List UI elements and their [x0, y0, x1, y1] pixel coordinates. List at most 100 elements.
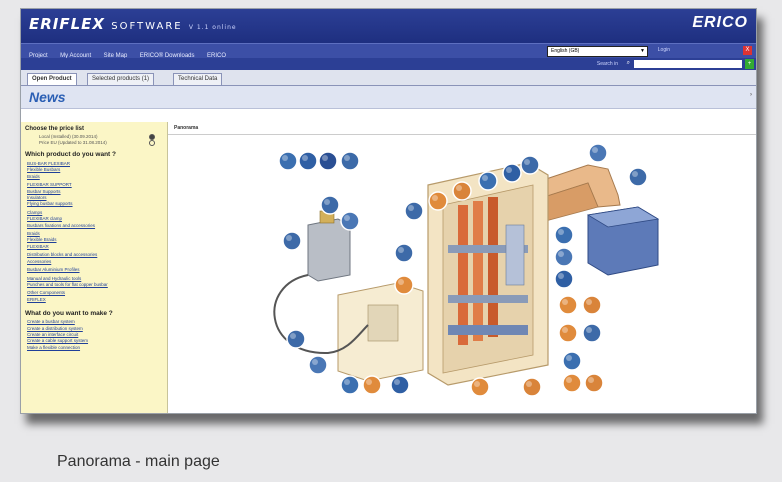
product-link[interactable]: ERIFLEX: [27, 297, 167, 302]
icon-highlight: [506, 167, 512, 173]
product-category-icon[interactable]: [558, 323, 578, 343]
product-category-icon[interactable]: [502, 163, 522, 183]
product-link[interactable]: Flexible Braids: [27, 237, 167, 242]
product-category-icon[interactable]: [470, 377, 490, 397]
panorama-illustration: [273, 143, 660, 397]
product-link[interactable]: Distribution blocks and accessories: [27, 252, 167, 257]
product-category-icon[interactable]: [588, 143, 608, 163]
make-heading: What do you want to make ?: [25, 310, 113, 318]
product-category-icon[interactable]: [390, 375, 410, 395]
product-category-icon[interactable]: [404, 201, 424, 221]
product-category-icon[interactable]: [554, 225, 574, 245]
search-go-button[interactable]: +: [745, 59, 754, 69]
icon-highlight: [592, 147, 598, 153]
product-link[interactable]: Busbar Supports: [27, 189, 167, 194]
product-link[interactable]: Flexible Busbars: [27, 167, 167, 172]
product-link[interactable]: Braids: [27, 174, 167, 179]
product-link[interactable]: Clamps: [27, 210, 167, 215]
make-link[interactable]: Create a cable support system: [27, 338, 167, 343]
search-input[interactable]: [634, 60, 742, 68]
product-category-icon[interactable]: [340, 151, 360, 171]
product-link-group: Manual and Hydraulic tools Punches and to…: [21, 276, 167, 288]
product-category-icon[interactable]: [554, 247, 574, 267]
icon-highlight: [312, 359, 318, 365]
product-category-icon[interactable]: [628, 167, 648, 187]
tab-open-product[interactable]: Open Product: [27, 73, 77, 85]
brand-name: ERIFLEX: [29, 15, 105, 33]
product-category-icon[interactable]: [562, 351, 582, 371]
product-category-icon[interactable]: [298, 151, 318, 171]
product-category-icon[interactable]: [478, 171, 498, 191]
product-category-icon[interactable]: [286, 329, 306, 349]
radio-icon[interactable]: [149, 140, 155, 146]
product-category-icon[interactable]: [428, 191, 448, 211]
product-link[interactable]: Insulators: [27, 195, 167, 200]
make-link[interactable]: Make a flexible connection: [27, 345, 167, 350]
product-category-icon[interactable]: [584, 373, 604, 393]
product-category-icon[interactable]: [340, 211, 360, 231]
busbar-support: [448, 325, 528, 335]
product-link[interactable]: Manual and Hydraulic tools: [27, 276, 167, 281]
product-category-icon[interactable]: [558, 295, 578, 315]
icon-highlight: [432, 195, 438, 201]
product-link-group: BUS-BAR FLEXIBAR Flexible Busbars Braids: [21, 161, 167, 179]
price-option-label: Price EU (Updated to 31.08.2014): [39, 140, 107, 145]
make-link-list: Create a busbar system Create a distribut…: [21, 319, 167, 350]
icon-highlight: [632, 171, 638, 177]
icon-highlight: [558, 273, 564, 279]
icon-highlight: [586, 327, 592, 333]
product-link[interactable]: FLEXIBAR clamp: [27, 216, 167, 221]
login-link[interactable]: Login: [658, 47, 670, 53]
product-link[interactable]: Punches and tools for flat copper busbar: [27, 282, 167, 287]
make-link[interactable]: Create an interface circuit: [27, 332, 167, 337]
price-option-local[interactable]: Local (Installed) (30.09.2014): [39, 134, 167, 140]
product-category-icon[interactable]: [394, 275, 414, 295]
product-category-icon[interactable]: [308, 355, 328, 375]
product-category-icon[interactable]: [562, 373, 582, 393]
product-link[interactable]: FLEXIBAR: [27, 244, 167, 249]
price-option-eu[interactable]: Price EU (Updated to 31.08.2014): [39, 140, 167, 146]
make-link[interactable]: Create a distribution system: [27, 326, 167, 331]
product-category-icon[interactable]: [318, 151, 338, 171]
product-category-icon[interactable]: [522, 377, 542, 397]
search-label: Search in: [596, 61, 618, 67]
copper-busbar: [488, 197, 498, 337]
product-link[interactable]: Busbar Aluminium Profiles: [27, 267, 167, 272]
switchgear-unit: [367, 304, 399, 342]
product-category-icon[interactable]: [452, 181, 472, 201]
title-bar: ERIFLEX SOFTWARE V 1.1 online ERICO: [21, 9, 756, 43]
product-category-icon[interactable]: [582, 323, 602, 343]
product-link[interactable]: Other Components: [27, 290, 167, 295]
product-category-icon[interactable]: [582, 295, 602, 315]
icon-highlight: [408, 205, 414, 211]
version-label: V 1.1 online: [188, 24, 237, 31]
product-category-icon[interactable]: [282, 231, 302, 251]
product-link[interactable]: BUS-BAR FLEXIBAR: [27, 161, 167, 166]
product-link[interactable]: Busbars fixations and accessories: [27, 223, 167, 228]
product-link[interactable]: FLEXIBAR SUPPORT: [27, 182, 167, 187]
scroll-arrow-icon[interactable]: ›: [750, 92, 752, 98]
tab-selected-products[interactable]: Selected products (1): [87, 73, 155, 85]
language-select[interactable]: English (GB) ▼: [547, 46, 648, 57]
product-category-icon[interactable]: [278, 151, 298, 171]
product-link[interactable]: Braids: [27, 231, 167, 236]
close-button[interactable]: X: [743, 46, 752, 55]
product-category-icon[interactable]: [320, 195, 340, 215]
product-link-group: Clamps FLEXIBAR clamp Busbars fixations an…: [21, 210, 167, 228]
product-category-icon[interactable]: [362, 375, 382, 395]
product-category-icon[interactable]: [394, 243, 414, 263]
tab-bar: Open Product Selected products (1) Techn…: [21, 70, 756, 86]
brand-sub: SOFTWARE: [111, 21, 183, 32]
product-category-icon[interactable]: [520, 155, 540, 175]
search-icon[interactable]: ⌕: [627, 60, 630, 67]
icon-highlight: [366, 379, 372, 385]
product-link-group: Braids Flexible Braids FLEXIBAR: [21, 231, 167, 249]
product-link[interactable]: Flying busbar supports: [27, 201, 167, 206]
tab-technical-data[interactable]: Technical Data: [173, 73, 223, 85]
make-link[interactable]: Create a busbar system: [27, 319, 167, 324]
product-category-icon[interactable]: [554, 269, 574, 289]
icon-highlight: [302, 155, 308, 161]
icon-highlight: [526, 381, 532, 387]
product-link[interactable]: Accessories: [27, 259, 167, 264]
product-category-icon[interactable]: [340, 375, 360, 395]
